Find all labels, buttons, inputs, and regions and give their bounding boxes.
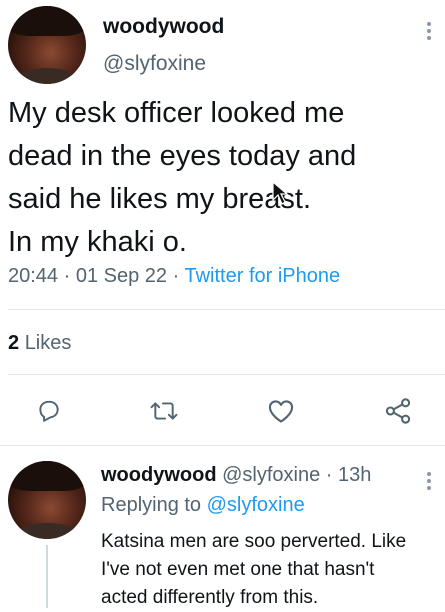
reply-text-line: Katsina men are soo perverted. Like [101, 531, 407, 552]
likes-count: 2 [8, 332, 20, 354]
tweet-source[interactable]: Twitter for iPhone [185, 265, 341, 287]
likes-stat[interactable]: 2 Likes [8, 332, 71, 355]
share-icon[interactable] [382, 396, 414, 426]
tweet-date[interactable]: 01 Sep 22 [76, 265, 167, 287]
reply-author-name[interactable]: woodywood [101, 464, 217, 486]
reply-header: woodywood @slyfoxine · 13h [101, 464, 371, 487]
tweet-text-line: said he likes my breast. [8, 183, 312, 215]
retweet-icon[interactable] [148, 396, 180, 426]
reply-text: Katsina men are soo perverted. Like I've… [101, 528, 441, 612]
divider [0, 445, 445, 446]
author-name[interactable]: woodywood [103, 15, 224, 39]
reply-age[interactable]: 13h [338, 464, 371, 486]
tweet-meta: 20:44 · 01 Sep 22 · Twitter for iPhone [8, 265, 340, 288]
avatar-shirt [15, 523, 79, 539]
avatar-hair [8, 6, 86, 36]
meta-separator: · [325, 464, 333, 486]
divider [8, 309, 445, 310]
more-options-icon[interactable] [426, 22, 432, 43]
reply-author-handle[interactable]: @slyfoxine [222, 464, 320, 486]
replying-to-handle[interactable]: @slyfoxine [207, 494, 305, 516]
tweet-text-line: My desk officer looked me [8, 97, 345, 129]
avatar-hair [8, 461, 86, 491]
reply-author-avatar[interactable] [8, 461, 86, 539]
likes-label: Likes [24, 332, 72, 354]
like-icon[interactable] [265, 396, 297, 426]
tweet-time[interactable]: 20:44 [8, 265, 58, 287]
reply-more-options-icon[interactable] [426, 472, 432, 493]
tweet-text-line: In my khaki o. [8, 226, 187, 258]
meta-separator: · [63, 265, 71, 287]
reply-text-line: I've not even met one that hasn't [101, 559, 375, 580]
tweet-text-line: dead in the eyes today and [8, 140, 357, 172]
thread-line [46, 545, 48, 608]
tweet-text: My desk officer looked me dead in the ey… [8, 92, 443, 264]
author-avatar[interactable] [8, 6, 86, 84]
author-handle[interactable]: @slyfoxine [103, 52, 206, 76]
replying-to: Replying to @slyfoxine [101, 494, 305, 517]
reply-icon[interactable] [34, 396, 64, 426]
meta-separator: · [172, 265, 180, 287]
replying-to-prefix: Replying to [101, 494, 202, 516]
divider [8, 374, 445, 375]
mouse-cursor [271, 180, 289, 211]
avatar-shirt [15, 68, 79, 84]
